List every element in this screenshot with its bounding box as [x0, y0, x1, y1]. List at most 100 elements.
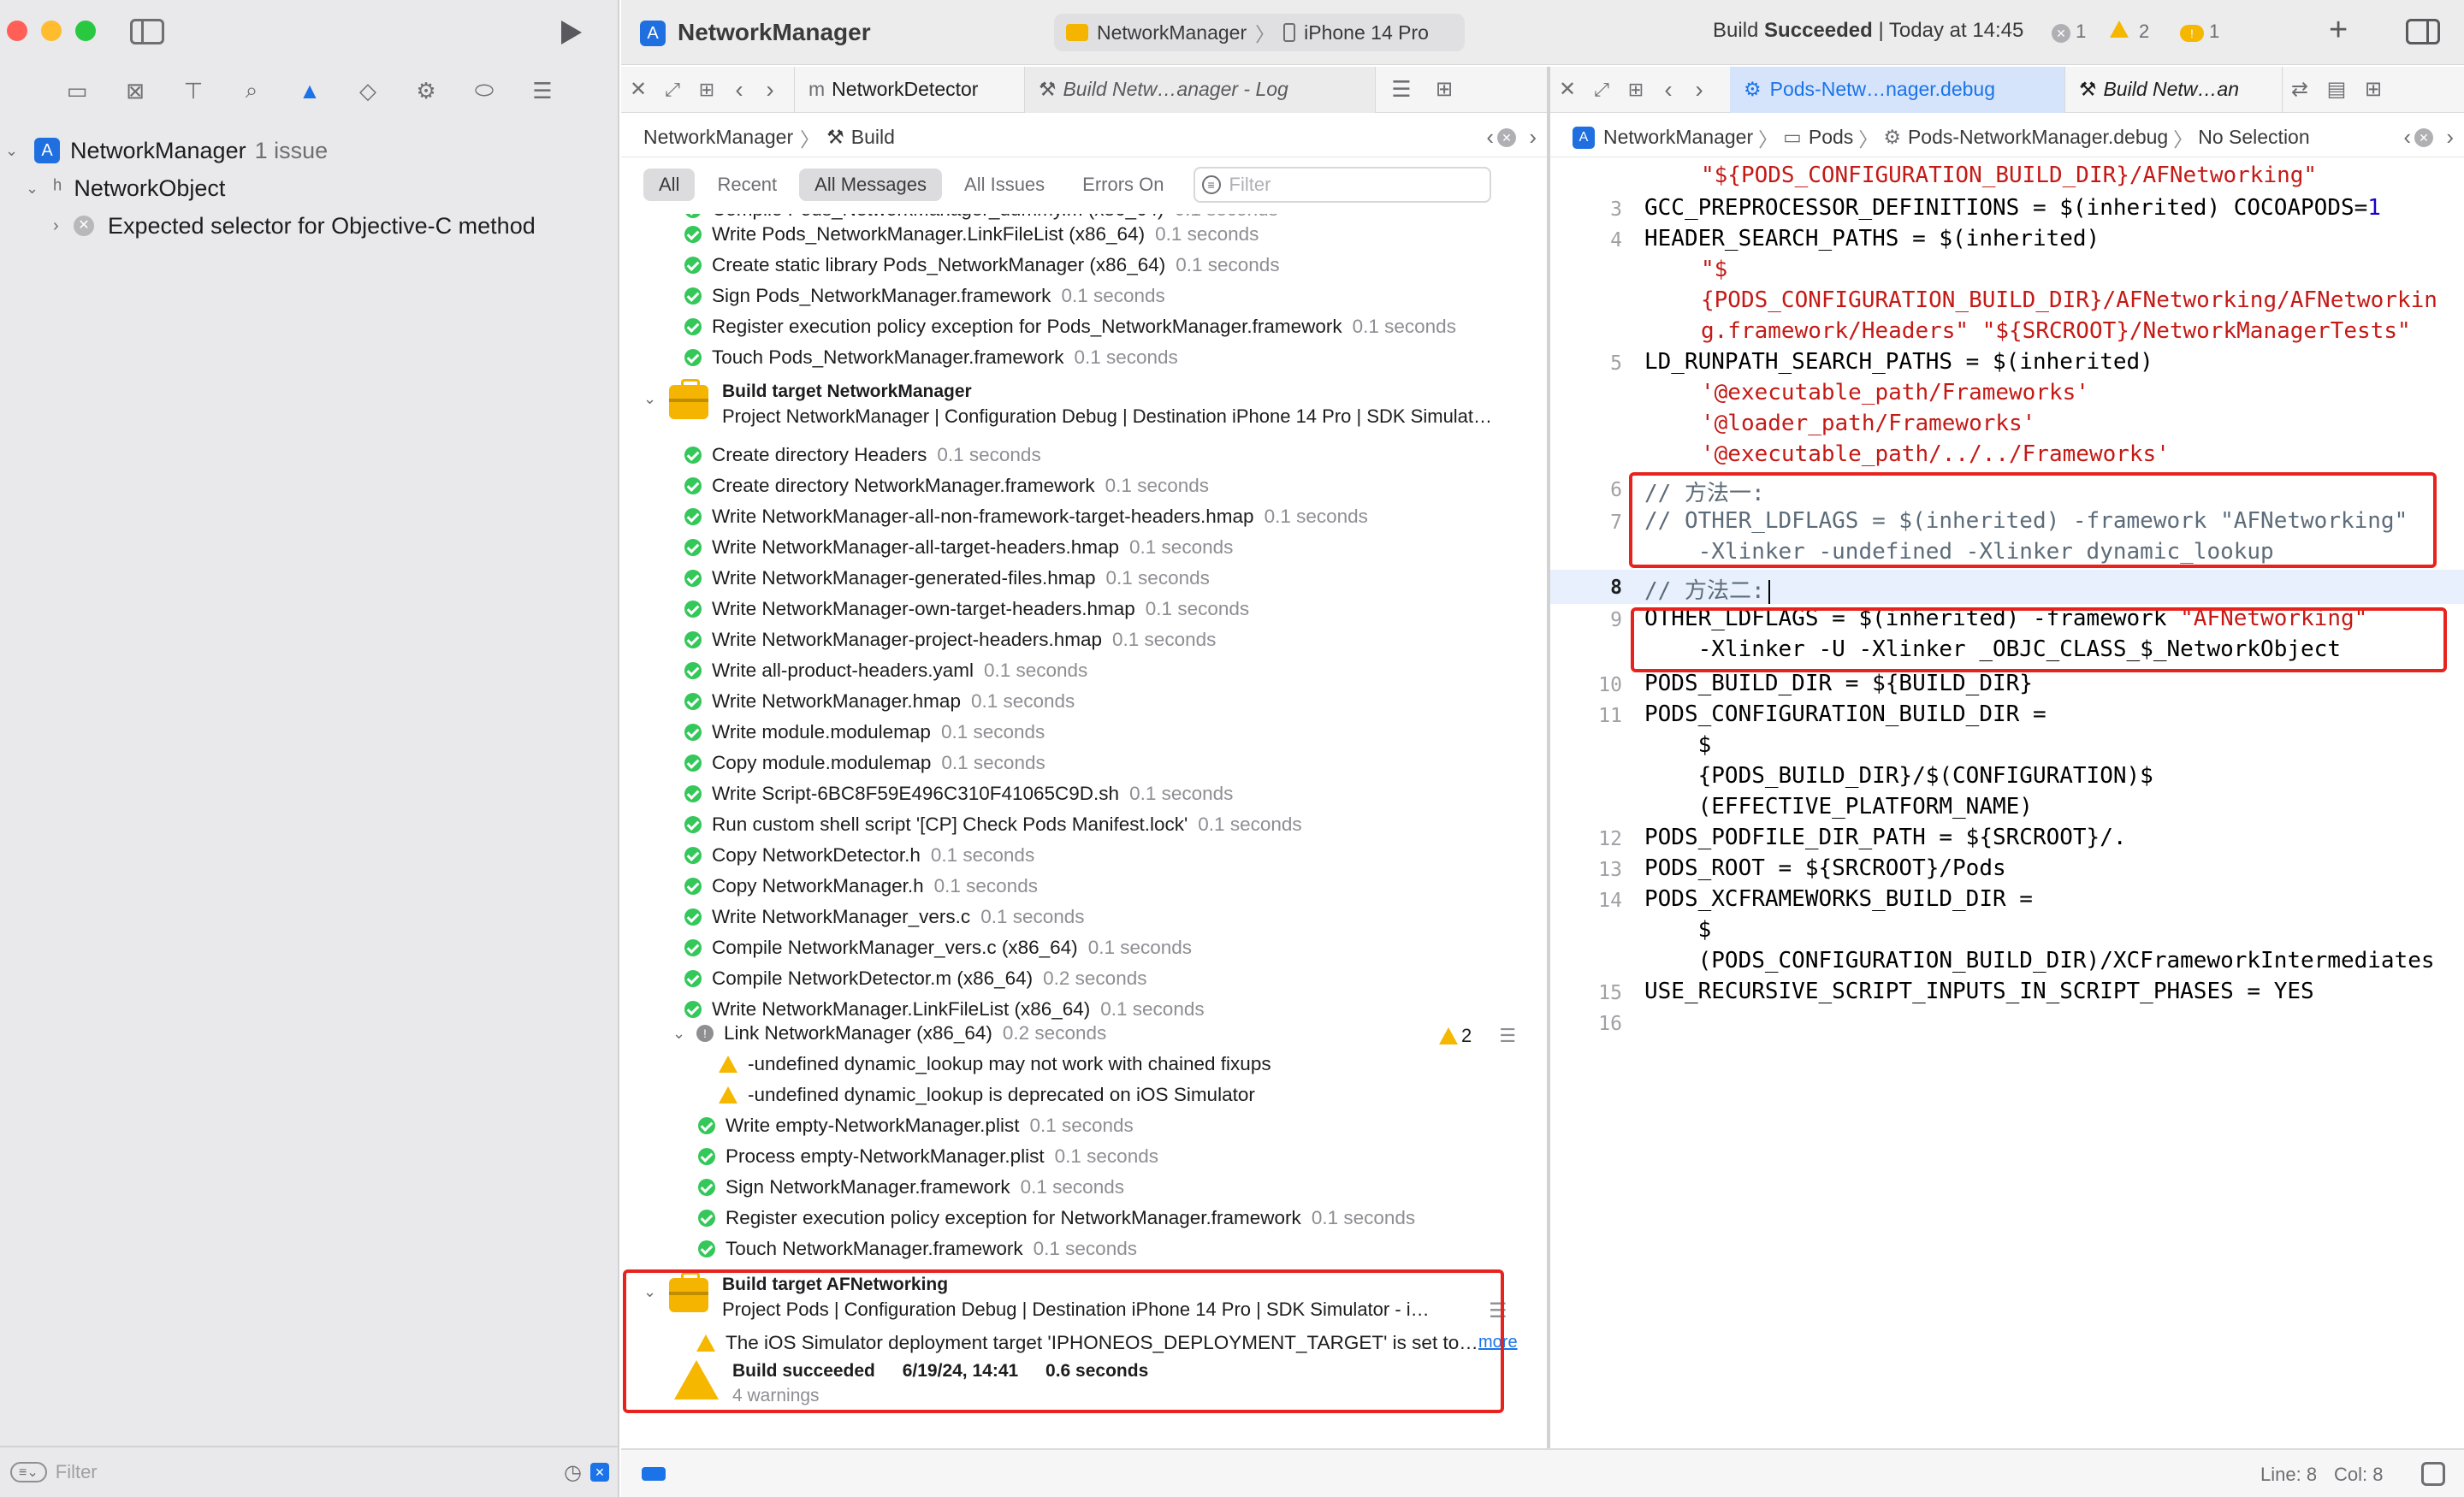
grid-icon[interactable]: ⊞ — [1619, 79, 1653, 101]
log-row[interactable]: Touch Pods_NetworkManager.framework 0.1 s… — [684, 342, 1178, 373]
issue-navigator-icon[interactable]: ▲ — [294, 78, 325, 104]
editor-options-icon[interactable]: ☰ — [1376, 76, 1427, 103]
find-navigator-icon[interactable]: ⌕ — [236, 77, 267, 104]
debug-navigator-icon[interactable]: ⚙ — [411, 78, 441, 104]
expand-icon[interactable]: ⤢ — [1584, 79, 1619, 101]
test-navigator-icon[interactable]: ◇ — [352, 78, 383, 104]
editor-options-icon[interactable]: ▤ — [2317, 77, 2356, 102]
log-row[interactable]: Sign NetworkManager.framework 0.1 seconds — [698, 1172, 1124, 1203]
sidebar-toggle-icon[interactable] — [130, 19, 164, 44]
log-filter-field[interactable]: ≡ Filter — [1193, 167, 1491, 203]
log-row[interactable]: Write NetworkManager-all-non-framework-t… — [684, 501, 1368, 532]
clear-icon[interactable]: ✕ — [2414, 127, 2433, 147]
tab-network-detector[interactable]: m NetworkDetector — [794, 66, 1025, 113]
chevron-down-icon[interactable]: ⌄ — [26, 180, 50, 198]
debug-area-toggle-icon[interactable] — [642, 1467, 666, 1481]
warning-badge[interactable]: 2 — [2110, 21, 2149, 43]
log-row[interactable]: Write NetworkManager_vers.c 0.1 seconds — [684, 902, 1085, 932]
tab-pods-debug[interactable]: ⚙ Pods-Netw…nager.debug — [1730, 66, 2065, 113]
filter-recent[interactable]: Recent — [702, 169, 792, 201]
symbol-navigator-icon[interactable]: ⊤ — [178, 78, 209, 104]
chevron-right-icon[interactable]: › — [53, 216, 74, 236]
add-editor-icon[interactable]: ⊞ — [1427, 77, 1461, 102]
build-target-header[interactable]: ⌄ Build target NetworkManager Project Ne… — [643, 379, 1492, 429]
log-row[interactable]: Sign Pods_NetworkManager.framework 0.1 se… — [684, 281, 1165, 311]
log-row[interactable]: Create directory NetworkManager.framewor… — [684, 470, 1209, 501]
scheme-selector[interactable]: NetworkManager 〉 iPhone 14 Pro — [1054, 14, 1465, 51]
breadcrumb-project[interactable]: NetworkManager — [1603, 126, 1753, 149]
breadcrumb-build[interactable]: Build — [851, 126, 895, 149]
log-row[interactable]: Write empty-NetworkManager.plist 0.1 seco… — [698, 1110, 1134, 1141]
log-row[interactable]: Compile NetworkDetector.m (x86_64) 0.2 se… — [684, 963, 1146, 994]
breakpoint-navigator-icon[interactable]: ⬭ — [469, 77, 500, 104]
breadcrumb-file[interactable]: Pods-NetworkManager.debug — [1908, 126, 2168, 149]
recent-filter-icon[interactable]: ◷ — [564, 1460, 582, 1485]
forward-icon[interactable]: › — [755, 76, 785, 104]
log-row[interactable]: Create directory Headers 0.1 seconds — [684, 440, 1041, 470]
forward-icon[interactable]: › — [1684, 76, 1715, 104]
device-name[interactable]: iPhone 14 Pro — [1304, 21, 1429, 44]
breadcrumb-project[interactable]: NetworkManager — [643, 126, 793, 149]
log-row[interactable]: Copy NetworkDetector.h 0.1 seconds — [684, 840, 1034, 871]
add-icon[interactable]: + — [2329, 12, 2348, 49]
log-filter-input[interactable]: Filter — [1229, 174, 1271, 196]
folder-icon[interactable]: ▭ — [62, 78, 92, 104]
log-row[interactable]: Write NetworkManager-all-target-headers.… — [684, 532, 1233, 563]
filter-errors-on[interactable]: Errors On — [1067, 169, 1179, 201]
log-row[interactable]: Create static library Pods_NetworkManage… — [684, 250, 1280, 281]
code-editor[interactable]: "$ {PODS_CONFIGURATION_BUILD_DIR}/AFNetwo… — [1550, 159, 2464, 1447]
log-detail-icon[interactable]: ☰ — [1499, 1025, 1516, 1047]
breadcrumb-selection[interactable]: No Selection — [2198, 126, 2309, 149]
error-badge[interactable]: ✕ 1 — [2052, 21, 2086, 43]
log-row[interactable]: Touch NetworkManager.framework 0.1 second… — [698, 1234, 1137, 1264]
log-row[interactable]: Register execution policy exception for … — [698, 1203, 1415, 1234]
breadcrumb-pods[interactable]: Pods — [1809, 126, 1853, 149]
minimize-window-button[interactable] — [41, 21, 62, 41]
add-editor-icon[interactable]: ⊞ — [2356, 77, 2390, 102]
previous-issue-icon[interactable]: ‹ — [2403, 124, 2411, 151]
log-row[interactable]: Copy module.modulemap 0.1 seconds — [684, 748, 1045, 778]
runtime-issue-badge[interactable]: ! 1 — [2180, 21, 2219, 43]
tab-build-log[interactable]: ⚒ Build Netw…anager - Log — [1025, 66, 1376, 113]
report-navigator-icon[interactable]: ☰ — [527, 78, 558, 104]
related-items-icon[interactable]: ⇄ — [2283, 77, 2317, 102]
clear-icon[interactable]: ✕ — [1497, 127, 1516, 147]
close-editor-icon[interactable]: ✕ — [1550, 77, 1584, 102]
filter-all[interactable]: All — [643, 169, 696, 201]
log-row[interactable]: Write NetworkManager-project-headers.hma… — [684, 624, 1216, 655]
nav-file-row[interactable]: ⌄ ʰ NetworkObject — [26, 169, 225, 207]
tab-build-log-2[interactable]: ⚒ Build Netw…an — [2065, 66, 2283, 113]
filter-all-issues[interactable]: All Issues — [949, 169, 1060, 201]
next-issue-icon[interactable]: › — [1529, 124, 1537, 151]
log-row[interactable]: Process empty-NetworkManager.plist 0.1 se… — [698, 1141, 1158, 1172]
expand-icon[interactable]: ⤢ — [655, 79, 690, 101]
close-window-button[interactable] — [7, 21, 27, 41]
log-row[interactable]: Write all-product-headers.yaml 0.1 second… — [684, 655, 1087, 686]
log-row[interactable]: Write NetworkManager-generated-files.hma… — [684, 563, 1210, 594]
log-row[interactable]: Write Pods_NetworkManager.LinkFileList (… — [684, 219, 1259, 250]
filter-all-messages[interactable]: All Messages — [799, 169, 943, 201]
back-icon[interactable]: ‹ — [724, 76, 755, 104]
warning-row[interactable]: -undefined dynamic_lookup is deprecated … — [719, 1080, 1255, 1110]
back-icon[interactable]: ‹ — [1653, 76, 1684, 104]
previous-issue-icon[interactable]: ‹ — [1486, 124, 1494, 151]
run-button[interactable] — [561, 21, 582, 44]
scheme-name[interactable]: NetworkManager — [1097, 21, 1247, 44]
minimap-toggle-icon[interactable] — [2421, 1462, 2445, 1486]
source-control-icon[interactable]: ⊠ — [120, 78, 151, 104]
warning-row[interactable]: -undefined dynamic_lookup may not work w… — [719, 1049, 1271, 1080]
zoom-window-button[interactable] — [75, 21, 96, 41]
log-row[interactable]: Copy NetworkManager.h 0.1 seconds — [684, 871, 1038, 902]
chevron-down-icon[interactable]: ⌄ — [643, 390, 669, 408]
log-row[interactable]: Write module.modulemap 0.1 seconds — [684, 717, 1045, 748]
log-row[interactable]: Compile NetworkManager_vers.c (x86_64) 0.… — [684, 932, 1192, 963]
inspector-toggle-icon[interactable] — [2406, 19, 2440, 44]
log-row[interactable]: Write Script-6BC8F59E496C310F41065C9D.sh… — [684, 778, 1233, 809]
chevron-down-icon[interactable]: ⌄ — [672, 1025, 696, 1043]
issues-filter-icon[interactable]: ✕ — [590, 1463, 609, 1482]
chevron-down-icon[interactable]: ⌄ — [5, 142, 29, 160]
nav-issue-row[interactable]: › ✕ Expected selector for Objective-C me… — [53, 207, 536, 245]
log-row[interactable]: Run custom shell script '[CP] Check Pods… — [684, 809, 1302, 840]
nav-project-row[interactable]: ⌄ A NetworkManager 1 issue — [5, 132, 328, 169]
link-warning-badge[interactable]: 2 ☰ — [1439, 1025, 1516, 1047]
